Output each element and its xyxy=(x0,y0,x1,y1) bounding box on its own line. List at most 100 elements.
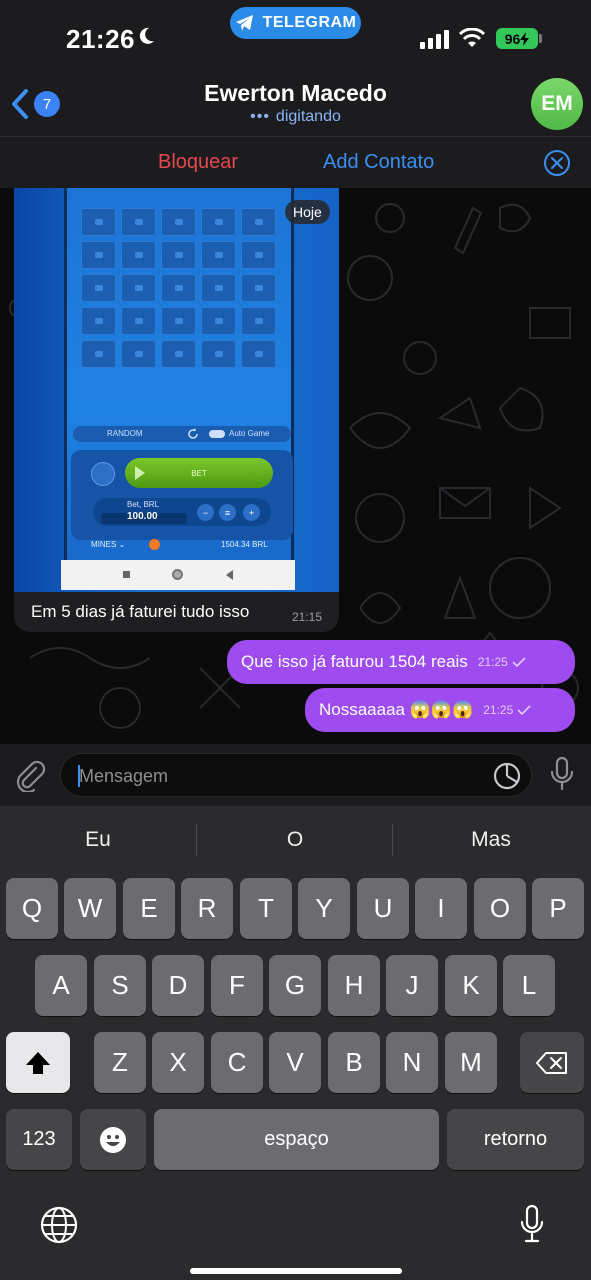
key-b[interactable]: B xyxy=(328,1032,380,1093)
key-n[interactable]: N xyxy=(386,1032,438,1093)
key-e[interactable]: E xyxy=(123,878,175,939)
key-c[interactable]: C xyxy=(211,1032,263,1093)
key-u[interactable]: U xyxy=(357,878,409,939)
dictation-icon[interactable] xyxy=(519,1204,545,1244)
bet-button-label: BET xyxy=(191,468,207,478)
auto-game-label: Auto Game xyxy=(229,429,270,438)
chat-header: 7 Ewerton Macedo ••• digitando EM xyxy=(0,78,591,136)
key-z[interactable]: Z xyxy=(94,1032,146,1093)
key-j[interactable]: J xyxy=(386,955,438,1016)
mine-tile xyxy=(121,208,156,236)
sticker-icon[interactable] xyxy=(493,762,521,790)
numbers-key[interactable]: 123 xyxy=(6,1109,72,1170)
key-t[interactable]: T xyxy=(240,878,292,939)
globe-icon[interactable] xyxy=(40,1206,78,1244)
typing-label: digitando xyxy=(275,108,341,125)
mine-tile xyxy=(201,274,236,302)
key-l[interactable]: L xyxy=(503,955,555,1016)
key-p[interactable]: P xyxy=(532,878,584,939)
mines-row: MINES ⌄ 1504.34 BRL xyxy=(71,538,293,552)
mine-tile xyxy=(161,274,196,302)
recents-icon xyxy=(123,571,130,578)
mine-tile xyxy=(161,208,196,236)
shift-key[interactable] xyxy=(6,1032,70,1093)
message-input-bar: Mensagem xyxy=(0,744,591,806)
random-row: RANDOM Auto Game xyxy=(73,426,291,442)
telegram-pill[interactable]: TELEGRAM xyxy=(230,7,361,39)
key-y[interactable]: Y xyxy=(298,878,350,939)
currency-icon xyxy=(149,539,160,550)
microphone-icon[interactable] xyxy=(549,756,575,792)
mine-tile xyxy=(161,241,196,269)
key-d[interactable]: D xyxy=(152,955,204,1016)
plus-icon: + xyxy=(243,504,260,521)
game-name: MINES ⌄ xyxy=(91,540,126,549)
telegram-pill-label: TELEGRAM xyxy=(262,14,357,31)
game-balance: 1504.34 BRL xyxy=(221,540,268,549)
message-input[interactable]: Mensagem xyxy=(60,753,532,797)
home-indicator[interactable] xyxy=(190,1268,402,1274)
key-v[interactable]: V xyxy=(269,1032,321,1093)
contact-name[interactable]: Ewerton Macedo xyxy=(0,80,591,107)
sent-check-icon xyxy=(517,705,531,715)
chat-area[interactable]: RANDOM Auto Game BET Bet, BRL 100.00 − ≡… xyxy=(0,188,591,744)
shift-arrow-icon xyxy=(26,1051,50,1074)
suggestion-2[interactable]: O xyxy=(197,828,393,852)
attach-icon[interactable] xyxy=(14,758,46,792)
avatar[interactable]: EM xyxy=(531,78,583,130)
mine-tile xyxy=(81,274,116,302)
key-a[interactable]: A xyxy=(35,955,87,1016)
typing-dots-icon: ••• xyxy=(250,108,270,125)
suggestion-1[interactable]: Eu xyxy=(0,828,196,852)
return-key[interactable]: retorno xyxy=(447,1109,584,1170)
bet-label: Bet, BRL xyxy=(127,500,160,509)
close-icon[interactable] xyxy=(543,149,571,177)
game-screenshot-image[interactable]: RANDOM Auto Game BET Bet, BRL 100.00 − ≡… xyxy=(14,188,339,592)
battery-level: 96 xyxy=(504,30,521,47)
key-q[interactable]: Q xyxy=(6,878,58,939)
charging-bolt-icon xyxy=(520,31,530,46)
key-i[interactable]: I xyxy=(415,878,467,939)
key-g[interactable]: G xyxy=(269,955,321,1016)
mine-tile xyxy=(241,274,276,302)
message-text: Que isso já faturou 1504 reais xyxy=(241,652,468,671)
auto-game-toggle xyxy=(209,430,225,438)
mine-tile xyxy=(161,340,196,368)
key-s[interactable]: S xyxy=(94,955,146,1016)
autoplay-icon xyxy=(91,462,115,486)
home-icon xyxy=(172,569,183,580)
outgoing-message[interactable]: Que isso já faturou 1504 reais 21:25 xyxy=(227,640,575,684)
mine-tile xyxy=(241,340,276,368)
key-r[interactable]: R xyxy=(181,878,233,939)
message-time: 21:15 xyxy=(292,610,323,624)
mine-tile xyxy=(81,340,116,368)
key-f[interactable]: F xyxy=(211,955,263,1016)
contact-status: ••• digitando xyxy=(0,108,591,126)
mine-tile xyxy=(81,241,116,269)
battery-nub xyxy=(539,34,542,43)
key-x[interactable]: X xyxy=(152,1032,204,1093)
message-time: 21:25 xyxy=(477,655,508,669)
battery-indicator: 96 xyxy=(496,28,538,49)
outgoing-message[interactable]: Nossaaaaa 😱😱😱 21:25 xyxy=(305,688,575,732)
mine-tile xyxy=(121,274,156,302)
key-m[interactable]: M xyxy=(445,1032,497,1093)
emoji-key[interactable] xyxy=(80,1109,146,1170)
photo-message[interactable]: RANDOM Auto Game BET Bet, BRL 100.00 − ≡… xyxy=(14,188,339,632)
space-key[interactable]: espaço xyxy=(154,1109,439,1170)
key-h[interactable]: H xyxy=(328,955,380,1016)
block-button[interactable]: Bloquear xyxy=(158,151,238,174)
backspace-key[interactable] xyxy=(520,1032,584,1093)
mine-tile xyxy=(81,307,116,335)
key-o[interactable]: O xyxy=(474,878,526,939)
suggestion-3[interactable]: Mas xyxy=(393,828,589,852)
bet-button-image: BET xyxy=(125,458,273,488)
message-text: Em 5 dias já faturei tudo isso xyxy=(31,602,250,621)
mine-tile xyxy=(161,307,196,335)
key-k[interactable]: K xyxy=(445,955,497,1016)
add-contact-button[interactable]: Add Contato xyxy=(323,151,434,174)
key-w[interactable]: W xyxy=(64,878,116,939)
cellular-signal-icon xyxy=(420,30,449,49)
mine-tile xyxy=(121,340,156,368)
refresh-icon xyxy=(188,428,198,439)
